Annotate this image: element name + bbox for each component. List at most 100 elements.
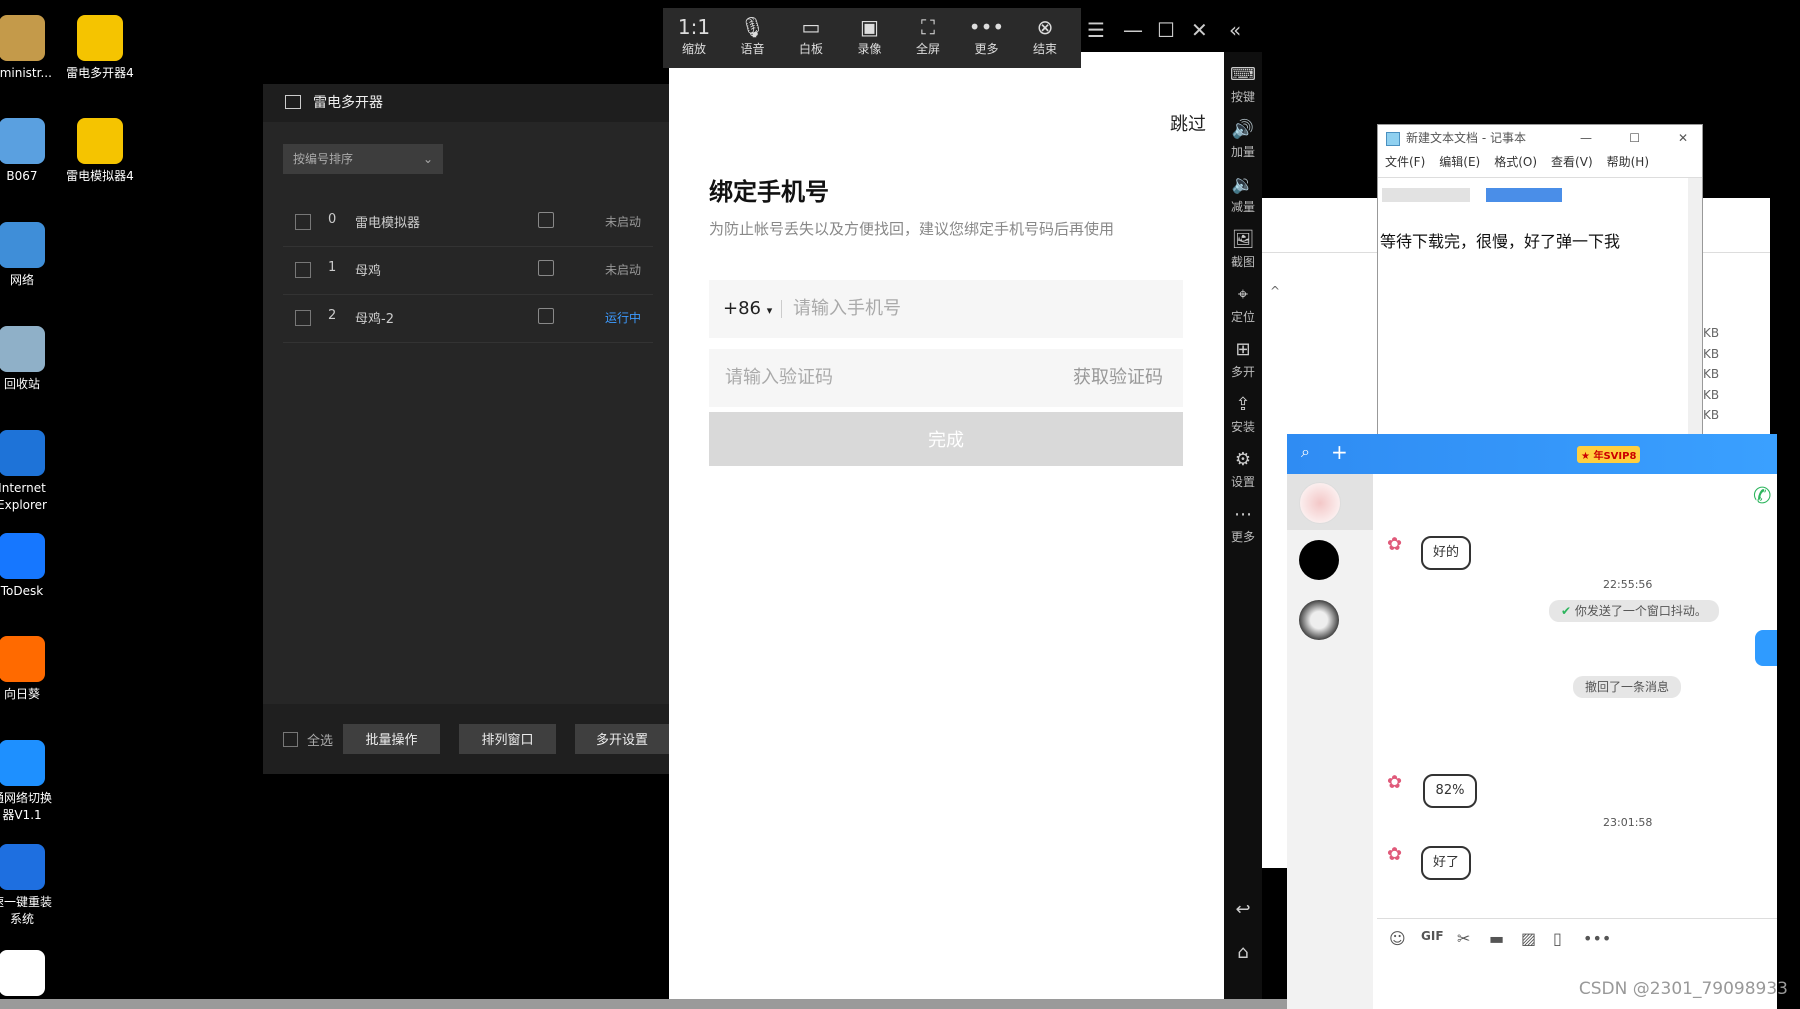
avatar[interactable] (1299, 540, 1339, 580)
done-button[interactable]: 完成 (709, 412, 1183, 466)
app-icon (0, 844, 45, 890)
maximize-icon[interactable]: ☐ (1157, 18, 1175, 42)
notepad-icon (1386, 132, 1400, 146)
minimize-icon[interactable]: — (1580, 125, 1592, 151)
close-icon[interactable]: ✕ (1191, 18, 1208, 42)
screen-shake-icon[interactable]: ▯ (1553, 929, 1562, 948)
sidebar-item[interactable]: 🔉 减量 (1224, 172, 1262, 215)
phone-separator (781, 300, 782, 318)
more-icon[interactable]: ••• (1583, 929, 1611, 948)
close-icon[interactable]: ✕ (1678, 125, 1688, 151)
toolbar-item[interactable]: ⊗ 结束 (1020, 14, 1070, 57)
sort-select-label: 按编号排序 (293, 152, 354, 166)
blurred-text (1382, 188, 1470, 202)
home-button[interactable]: ⌂ (1224, 940, 1262, 966)
select-all-checkbox[interactable] (283, 732, 298, 747)
edit-icon[interactable] (538, 212, 554, 228)
toolbar-item[interactable]: ••• 更多 (962, 14, 1012, 57)
toolbar-item[interactable]: ▣ 录像 (845, 14, 895, 57)
notepad-menu-item[interactable]: 帮助(H) (1607, 155, 1649, 169)
sender-avatar: ✿ (1387, 844, 1403, 865)
qq-header: ⌕ + ★ 年SVIP8 (1287, 434, 1777, 474)
desktop-icon[interactable]: 网络 (0, 222, 72, 289)
collapse-icon[interactable]: « (1229, 18, 1241, 42)
sort-select[interactable]: 按编号排序 ⌄ (283, 144, 443, 174)
desktop-icon[interactable]: 通网络切换 器V1.1 (0, 740, 72, 824)
toolbar-item[interactable]: 🎙 语音 (728, 14, 778, 57)
avatar[interactable] (1299, 600, 1339, 640)
desktop-icon[interactable]: Internet Explorer (0, 430, 72, 514)
batch-operation-button[interactable]: 批量操作 (343, 724, 440, 754)
maximize-icon[interactable]: ☐ (1629, 125, 1640, 151)
desktop-icon-label: 通网络切换 器V1.1 (0, 791, 52, 822)
opener-title-bar: 雷电多开器 (263, 84, 669, 122)
expand-chevron-icon[interactable]: ^ (1270, 284, 1280, 298)
multi-settings-button[interactable]: 多开设置 (575, 724, 669, 754)
sidebar-item[interactable]: ⚙ 设置 (1224, 447, 1262, 490)
instance-row[interactable]: 2 母鸡-2 运行中 (283, 294, 653, 343)
desktop-icon-label: 雷电多开器4 (66, 66, 134, 80)
file-size: KB (1703, 326, 1720, 340)
sender-avatar: ✿ (1387, 772, 1403, 793)
sidebar-item[interactable]: 🔊 加量 (1224, 117, 1262, 160)
image-icon[interactable]: ▨ (1521, 929, 1536, 948)
desktop-icon[interactable] (0, 950, 72, 1000)
edit-icon[interactable] (538, 308, 554, 324)
desktop-icon-label: 回收站 (3, 377, 40, 391)
code-input[interactable]: 请输入验证码 获取验证码 (709, 349, 1183, 407)
sidebar-item[interactable]: 🖼 截图 (1224, 227, 1262, 270)
sidebar-item[interactable]: ⌨ 按键 (1224, 62, 1262, 105)
notepad-menu-item[interactable]: 文件(F) (1385, 155, 1425, 169)
phone-input[interactable]: +86 ▾ 请输入手机号 (709, 280, 1183, 338)
toolbar-item[interactable]: ▭ 白板 (786, 14, 836, 57)
menu-icon[interactable]: ☰ (1087, 18, 1105, 42)
conversation-list (1287, 474, 1373, 1009)
toolbar-item[interactable]: 1:1 缩放 (669, 14, 719, 57)
desktop-icon-label: 向日葵 (3, 687, 40, 701)
vip-label: 年SVIP8 (1593, 451, 1637, 462)
add-icon[interactable]: + (1331, 440, 1348, 464)
get-code-button[interactable]: 获取验证码 (1073, 349, 1163, 407)
desktop-icon[interactable]: 速一键重装 系统 (0, 844, 72, 928)
search-icon[interactable]: ⌕ (1301, 442, 1310, 462)
emoji-icon[interactable]: ☺ (1389, 929, 1406, 948)
instance-checkbox[interactable] (295, 214, 311, 230)
sidebar-icon: 🖼 (1231, 229, 1255, 250)
opener-title: 雷电多开器 (313, 95, 383, 111)
notepad-menu-item[interactable]: 编辑(E) (1439, 155, 1480, 169)
back-button[interactable]: ↩ (1224, 897, 1262, 923)
arrange-windows-button[interactable]: 排列窗口 (459, 724, 556, 754)
sidebar-label: 定位 (1230, 310, 1255, 324)
notepad-text-area[interactable]: 等待下载完，很慢，好了弹一下我 (1378, 177, 1702, 445)
minimize-icon[interactable]: — (1123, 18, 1143, 42)
desktop-icon[interactable]: 雷电模拟器4 (50, 118, 150, 185)
notepad-scrollbar[interactable] (1688, 178, 1702, 445)
watermark: CSDN @2301_79098933 (1578, 979, 1788, 999)
country-code-select[interactable]: +86 ▾ (723, 280, 772, 340)
sidebar-item[interactable]: ⊞ 多开 (1224, 337, 1262, 380)
gif-icon[interactable]: GIF (1421, 929, 1444, 943)
sidebar-item[interactable]: ⌖ 定位 (1224, 282, 1262, 325)
country-code: +86 (723, 298, 761, 319)
folder-icon[interactable]: ▬ (1489, 929, 1504, 948)
instance-row[interactable]: 0 雷电模拟器 未启动 (283, 198, 653, 247)
avatar[interactable] (1299, 482, 1341, 524)
instance-row[interactable]: 1 母鸡 未启动 (283, 246, 653, 295)
instance-checkbox[interactable] (295, 262, 311, 278)
edit-icon[interactable] (538, 260, 554, 276)
sidebar-item[interactable]: ⋯ 更多 (1224, 502, 1262, 545)
toolbar-label: 语音 (740, 42, 765, 56)
desktop-icon[interactable]: 雷电多开器4 (50, 15, 150, 82)
call-icon[interactable]: ✆ (1753, 484, 1771, 509)
notepad-menu-item[interactable]: 格式(O) (1494, 155, 1537, 169)
notepad-menu-item[interactable]: 查看(V) (1551, 155, 1593, 169)
desktop-icon[interactable]: 回收站 (0, 326, 72, 393)
skip-button[interactable]: 跳过 (1170, 110, 1206, 136)
scissors-icon[interactable]: ✂ (1457, 929, 1470, 948)
desktop-icon[interactable]: ToDesk (0, 533, 72, 600)
sidebar-item[interactable]: ⇪ 安装 (1224, 392, 1262, 435)
horizontal-scrollbar[interactable] (0, 999, 1287, 1009)
desktop-icon[interactable]: 向日葵 (0, 636, 72, 703)
toolbar-item[interactable]: ⛶ 全屏 (903, 14, 953, 57)
instance-checkbox[interactable] (295, 310, 311, 326)
